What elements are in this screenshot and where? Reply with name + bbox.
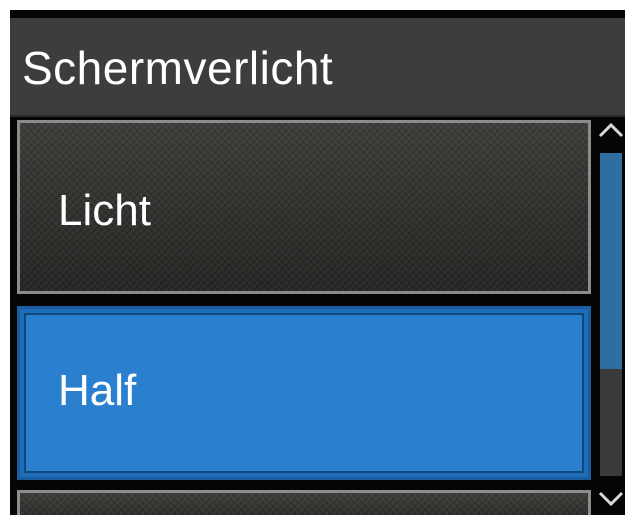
page-title: Schermverlicht (22, 42, 334, 94)
scrollbar[interactable] (600, 153, 622, 476)
title-bar: Schermverlicht (10, 18, 625, 117)
chevron-down-icon[interactable] (597, 488, 625, 508)
chevron-up-icon[interactable] (597, 121, 625, 141)
menu-item-label: Licht (58, 186, 151, 235)
menu-item-label: Half (58, 366, 137, 415)
menu-item-partial[interactable] (17, 490, 591, 515)
lcd-screen: Schermverlicht Licht Half (10, 10, 625, 515)
scrollbar-thumb[interactable] (600, 153, 622, 369)
menu-item-half[interactable]: Half (17, 306, 591, 480)
menu-item-licht[interactable]: Licht (17, 120, 591, 294)
